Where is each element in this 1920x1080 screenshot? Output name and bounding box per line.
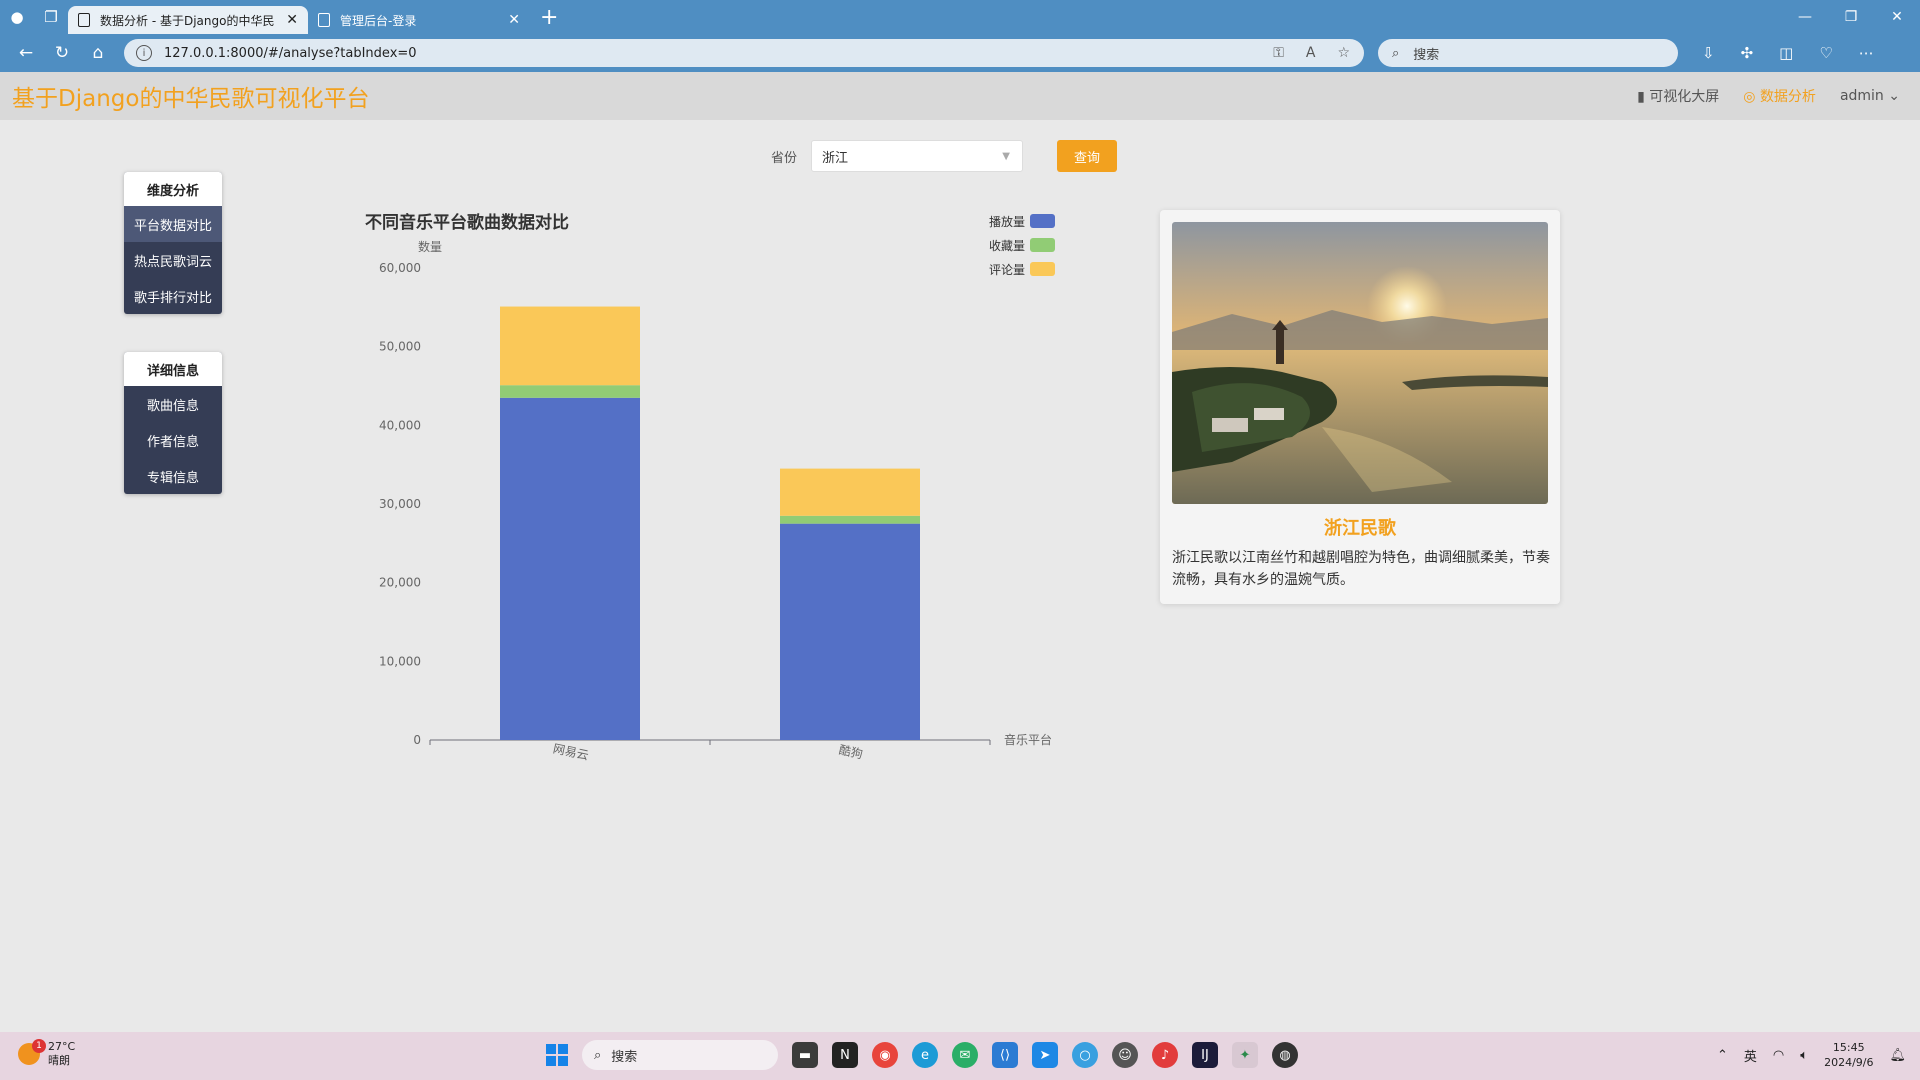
time: 15:45 [1832,1041,1865,1054]
legend-label: 评论量 [989,263,1025,277]
weather-condition: 晴朗 [48,1054,70,1067]
y-tick-label: 50,000 [379,340,421,354]
y-tick-label: 20,000 [379,576,421,590]
user-menu[interactable]: admin ⌄ [1840,88,1900,104]
download-icon[interactable]: ⇩ [1702,44,1715,62]
start-icon[interactable] [546,1044,568,1066]
file-explorer-icon[interactable]: ▬ [792,1042,818,1068]
weather-widget[interactable]: 1 27°C 晴朗 [18,1039,76,1068]
chrome-icon[interactable]: ◉ [872,1042,898,1068]
avatar-app-icon[interactable]: ☺ [1112,1042,1138,1068]
chevron-down-icon: ⌄ [1888,88,1900,104]
search-placeholder: 搜索 [1413,47,1440,63]
legend-swatch [1030,214,1055,228]
legend-swatch [1030,238,1055,252]
nav-data-analysis[interactable]: ◎ 数据分析 [1743,86,1816,106]
y-tick-label: 40,000 [379,418,421,432]
date: 2024/9/6 [1824,1056,1874,1069]
platform-comparison-chart: 不同音乐平台歌曲数据对比数量 0 10,000 20,000 30,000 40,000 5… [365,212,1055,763]
legend-swatch [1030,262,1055,276]
feishu-icon[interactable]: ➤ [1032,1042,1058,1068]
taskbar-search-label: 搜索 [611,1049,638,1065]
favorite-star-icon[interactable]: ☆ [1337,45,1350,61]
y-tick-label: 30,000 [379,497,421,511]
minimize-icon[interactable]: — [1782,0,1828,34]
x-tick-label: 网易云 [552,741,590,762]
obs-icon[interactable]: ◍ [1272,1042,1298,1068]
card-description: 浙江民歌以江南丝竹和越剧唱腔为特色，曲调细腻柔美，节奏流畅，具有水乡的温婉气质。 [1172,550,1550,588]
nav-visual-screen[interactable]: ▮ 可视化大屏 [1637,86,1719,106]
wechat-icon[interactable]: ✉ [952,1042,978,1068]
bar-segment [780,515,920,524]
chart-title: 不同音乐平台歌曲数据对比 [365,212,569,233]
card-title: 浙江民歌 [1324,518,1396,539]
notification-badge: 1 [32,1039,46,1053]
weather-sun-icon: 1 [18,1039,46,1065]
temperature: 27°C [48,1040,76,1053]
close-window-icon[interactable]: ✕ [1874,0,1920,34]
taskbar-search[interactable]: ⌕ 搜索 [582,1040,778,1070]
chevron-up-icon[interactable]: ⌃ [1717,1048,1728,1063]
bar-segment [500,397,640,740]
more-menu-icon[interactable]: ⋯ [1859,44,1874,62]
volume-icon[interactable]: 🔈︎ [1800,1048,1808,1063]
y-axis-label: 数量 [418,239,442,254]
y-tick-label: 0 [413,733,421,747]
x-axis-label: 音乐平台 [1004,732,1052,747]
read-aloud-icon[interactable]: A [1306,45,1316,61]
legend-label: 收藏量 [989,239,1025,253]
y-tick-label: 60,000 [379,261,421,275]
province-info-card: 浙江民歌 浙江民歌以江南丝竹和越剧唱腔为特色，曲调细腻柔美，节奏流畅，具有水乡的… [1160,210,1560,604]
vscode-icon[interactable]: ⟨⟩ [992,1042,1018,1068]
target-icon: ◎ [1743,89,1760,105]
edge-icon[interactable]: e [912,1042,938,1068]
bar-chart-icon: ▮ [1637,89,1650,105]
window-controls: — ❐ ✕ [1782,0,1920,34]
split-screen-icon[interactable]: ◫ [1779,44,1793,62]
legend-label: 播放量 [989,214,1025,229]
qq-icon[interactable]: ○ [1072,1042,1098,1068]
y-tick-label: 10,000 [379,654,421,668]
notion-icon[interactable]: N [832,1042,858,1068]
bar-segment [780,523,920,740]
key-icon[interactable]: ⚿ [1273,45,1284,61]
system-tray: ⌃ 英 ◠ 🔈︎ 15:45 2024/9/6 🔔︎ [1717,1040,1906,1070]
restore-icon[interactable]: ❐ [1828,0,1874,34]
bar-segment [500,385,640,398]
x-tick-label: 酷狗 [838,743,864,762]
bar-segment [500,306,640,386]
netease-music-icon[interactable]: ♪ [1152,1042,1178,1068]
search-icon: ⌕ [1392,45,1400,61]
wifi-icon[interactable]: ◠ [1773,1048,1784,1063]
intellij-icon[interactable]: IJ [1192,1042,1218,1068]
bar-segment [780,468,920,516]
windows-taskbar: 1 27°C 晴朗 ⌕ 搜索 ▬ N ◉ e ✉ ⟨⟩ ➤ ○ ☺ ♪ IJ ✦… [0,1032,1920,1080]
notifications-bell-icon[interactable]: 🔔︎ [1889,1048,1906,1063]
search-icon: ⌕ [594,1047,602,1063]
clock[interactable]: 15:45 2024/9/6 [1824,1040,1873,1070]
browser-essentials-icon[interactable]: ♡ [1819,44,1832,62]
input-language[interactable]: 英 [1744,1046,1757,1065]
extensions-icon[interactable]: ✣ [1741,44,1754,62]
landscape-photo [1172,222,1548,504]
pycharm-icon[interactable]: ✦ [1232,1042,1258,1068]
browser-search-box[interactable]: ⌕ 搜索 [1378,39,1678,67]
